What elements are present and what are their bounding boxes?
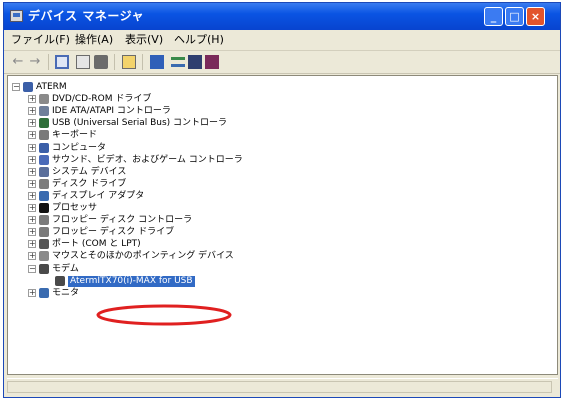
show-hidden-icon[interactable] xyxy=(150,55,164,69)
monitor-icon xyxy=(39,287,49,298)
disk-drive-icon xyxy=(39,178,49,189)
status-bar xyxy=(7,378,558,396)
update-driver-icon[interactable] xyxy=(171,57,185,67)
scan-hardware-icon[interactable] xyxy=(76,55,90,69)
floppy-drive-icon xyxy=(39,227,49,238)
processor-icon xyxy=(39,203,49,213)
expand-toggle[interactable]: + xyxy=(28,191,36,200)
tree-category-label: ディスプレイ アダプタ xyxy=(52,190,145,201)
expand-toggle[interactable]: + xyxy=(28,131,36,140)
tree-category-label: IDE ATA/ATAPI コントローラ xyxy=(52,106,171,117)
toolbar-separator xyxy=(48,54,49,70)
tree-category-label: コンピュータ xyxy=(52,142,107,153)
status-panel xyxy=(7,381,552,393)
tree-category-label: システム デバイス xyxy=(52,166,127,177)
disable-device-icon[interactable] xyxy=(188,55,202,69)
tree-category-label: キーボード xyxy=(52,130,98,141)
device-tree[interactable]: − ATERM + DVD/CD-ROM ドライブ + IDE ATA/ATAPI コント… xyxy=(7,75,558,375)
mouse-icon xyxy=(39,251,49,262)
computer-root-icon xyxy=(23,82,33,92)
expand-toggle[interactable]: + xyxy=(28,204,36,212)
expand-toggle[interactable]: + xyxy=(28,107,36,116)
toolbar: ← → xyxy=(4,51,560,74)
tree-root-label: ATERM xyxy=(36,82,67,92)
device-manager-window: デバイス マネージャ _ □ × ファイル(F) 操作(A) 表示(V) ヘルプ… xyxy=(3,2,561,398)
tree-category-label: サウンド、ビデオ、およびゲーム コントローラ xyxy=(52,154,243,165)
expand-toggle[interactable]: + xyxy=(28,240,36,249)
toolbar-separator xyxy=(114,54,115,70)
print-icon[interactable] xyxy=(94,55,108,69)
tree-category-label: フロッピー ディスク コントローラ xyxy=(52,215,193,226)
menu-action[interactable]: 操作(A) xyxy=(75,33,113,47)
tree-category-label: ポート (COM と LPT) xyxy=(52,239,141,250)
tree-category-label: ディスク ドライブ xyxy=(52,178,127,189)
tree-device-label: AtermITX70(i)-MAX for USB xyxy=(68,275,195,287)
computer-icon xyxy=(39,142,49,153)
keyboard-icon xyxy=(39,130,49,141)
tree-category-label: フロッピー ディスク ドライブ xyxy=(52,227,175,238)
tree-category-label: モデム xyxy=(52,263,79,274)
menu-file[interactable]: ファイル(F) xyxy=(11,33,70,47)
tree-category-label: DVD/CD-ROM ドライブ xyxy=(52,94,152,105)
floppy-controller-icon xyxy=(39,215,49,226)
window-title: デバイス マネージャ xyxy=(28,9,144,23)
system-device-icon xyxy=(39,166,49,177)
modem-device-icon xyxy=(55,275,65,286)
expand-toggle[interactable]: + xyxy=(28,155,36,164)
expand-toggle[interactable]: + xyxy=(28,119,36,128)
toolbar-separator xyxy=(142,54,143,70)
expand-toggle[interactable]: + xyxy=(28,143,36,152)
maximize-button[interactable]: □ xyxy=(505,7,524,26)
menu-bar: ファイル(F) 操作(A) 表示(V) ヘルプ(H) xyxy=(4,30,560,51)
expand-toggle[interactable]: + xyxy=(28,216,36,225)
collapse-toggle[interactable]: − xyxy=(12,83,20,91)
expand-toggle[interactable]: + xyxy=(28,167,36,176)
tree-category-label: USB (Universal Serial Bus) コントローラ xyxy=(52,118,228,129)
forward-arrow-icon[interactable]: → xyxy=(28,55,42,69)
menu-help[interactable]: ヘルプ(H) xyxy=(174,33,224,47)
expand-toggle[interactable]: + xyxy=(28,228,36,237)
minimize-button[interactable]: _ xyxy=(484,7,503,26)
ide-controller-icon xyxy=(39,106,49,117)
tree-category-label: モニタ xyxy=(52,287,80,298)
close-button[interactable]: × xyxy=(526,7,545,26)
tree-category-label: マウスとそのほかのポインティング デバイス xyxy=(52,251,234,262)
port-icon xyxy=(39,239,49,250)
uninstall-device-icon[interactable] xyxy=(205,55,219,69)
expand-toggle[interactable]: + xyxy=(28,252,36,261)
tree-category-label: プロセッサ xyxy=(52,203,98,213)
display-adapter-icon xyxy=(39,190,49,201)
properties-icon[interactable] xyxy=(55,55,69,69)
dvd-drive-icon xyxy=(39,94,49,105)
usb-controller-icon xyxy=(39,118,49,129)
device-manager-icon xyxy=(10,10,23,22)
expand-toggle[interactable]: + xyxy=(28,95,36,104)
collapse-toggle[interactable]: − xyxy=(28,264,36,273)
title-bar[interactable]: デバイス マネージャ _ □ × xyxy=(4,3,560,30)
modem-icon xyxy=(39,263,49,274)
menu-view[interactable]: 表示(V) xyxy=(125,33,163,47)
expand-toggle[interactable]: + xyxy=(28,179,36,188)
sound-icon xyxy=(39,154,49,165)
expand-toggle[interactable]: + xyxy=(28,288,36,297)
help-icon[interactable] xyxy=(122,55,136,69)
back-arrow-icon[interactable]: ← xyxy=(11,55,25,69)
